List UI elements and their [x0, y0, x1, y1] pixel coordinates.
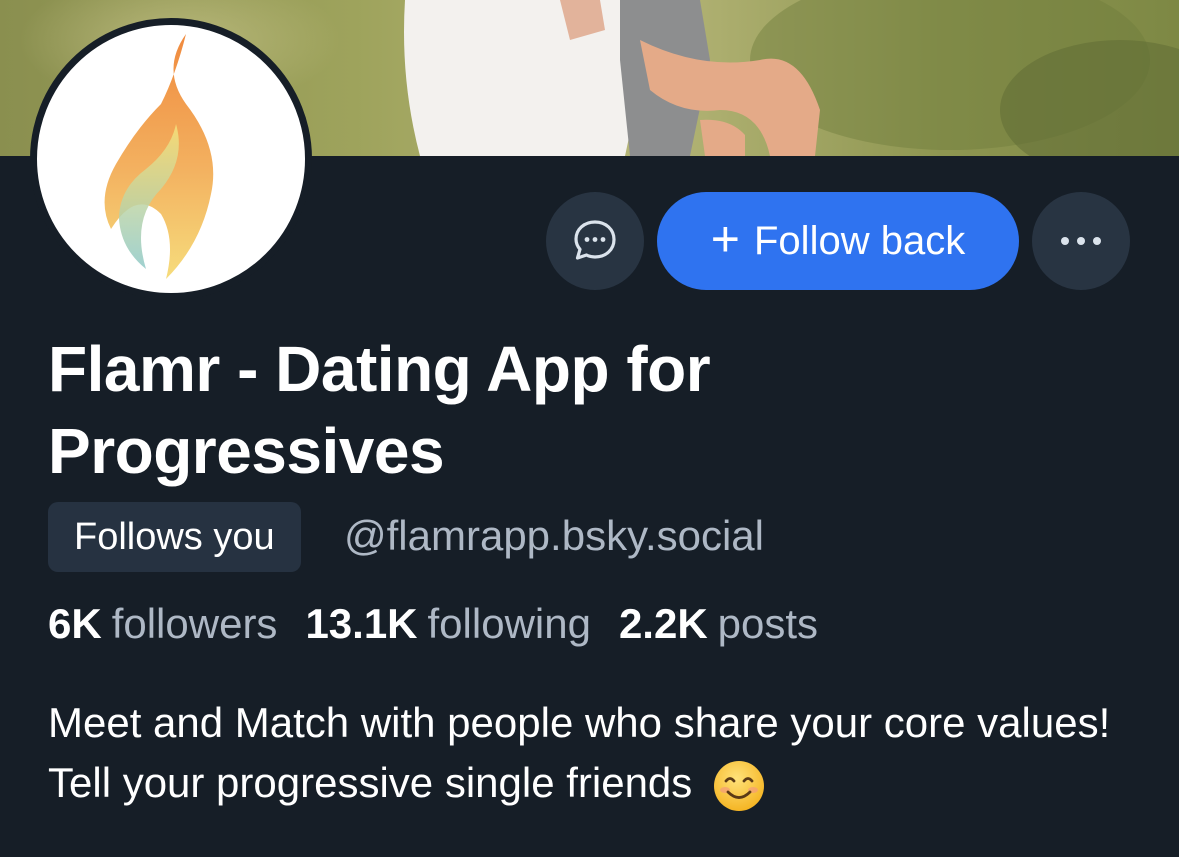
- followers-count: 6K: [48, 600, 102, 647]
- bio-text: Meet and Match with people who share you…: [48, 699, 1111, 806]
- message-button[interactable]: [546, 192, 644, 290]
- followers-stat[interactable]: 6K followers: [48, 600, 277, 648]
- plus-icon: +: [710, 211, 740, 267]
- follow-back-button[interactable]: + Follow back: [657, 192, 1019, 290]
- posts-label: posts: [717, 600, 819, 647]
- follow-back-label: Follow back: [754, 218, 966, 263]
- posts-count: 2.2K: [618, 600, 708, 647]
- profile-bio: Meet and Match with people who share you…: [48, 693, 1148, 813]
- chat-bubble-icon: [574, 220, 616, 260]
- more-options-button[interactable]: [1032, 192, 1130, 290]
- following-count: 13.1K: [305, 600, 418, 647]
- avatar[interactable]: [30, 18, 312, 300]
- flame-logo-icon: [104, 34, 214, 279]
- followers-label: followers: [111, 600, 278, 647]
- ellipsis-icon: [1061, 237, 1101, 245]
- following-label: following: [427, 600, 591, 647]
- following-stat[interactable]: 13.1K following: [305, 600, 591, 648]
- profile-handle[interactable]: @flamrapp.bsky.social: [344, 512, 764, 560]
- posts-stat: 2.2K posts: [619, 600, 818, 648]
- follows-you-badge: Follows you: [48, 502, 301, 572]
- display-name: Flamr - Dating App for Progressives: [48, 333, 711, 487]
- profile-stats: 6K followers 13.1K following 2.2K posts: [48, 600, 818, 648]
- smiling-face-emoji-icon: [713, 760, 764, 811]
- profile-page: + Follow back Flamr - Dating App for Pro…: [0, 0, 1179, 857]
